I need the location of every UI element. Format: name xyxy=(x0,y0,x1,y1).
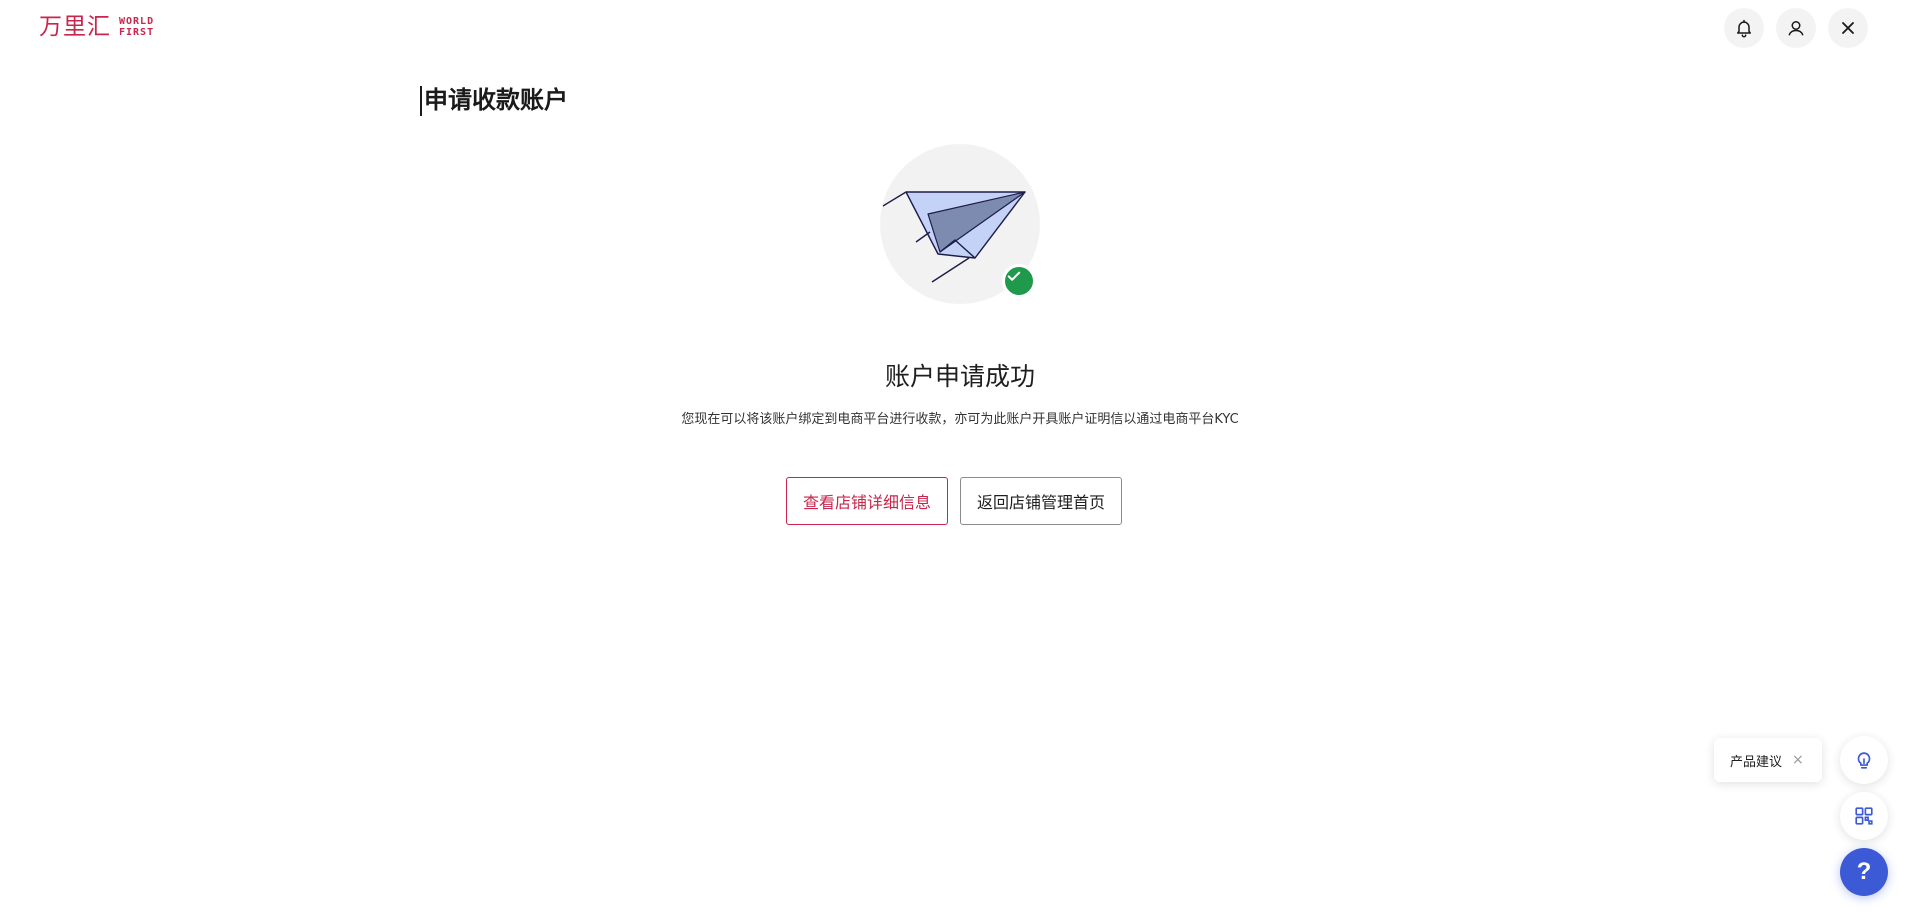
success-title: 账户申请成功 xyxy=(884,362,1035,391)
worldfirst-logo[interactable]: 万里汇 WORLD FIRST xyxy=(39,12,154,42)
bell-icon xyxy=(1737,19,1751,38)
success-check-badge xyxy=(1002,264,1036,298)
apps-grid-icon xyxy=(1855,807,1873,825)
top-actions xyxy=(1724,8,1868,48)
product-feedback-pill[interactable]: 产品建议 × xyxy=(1714,738,1822,782)
close-icon xyxy=(1842,22,1854,34)
success-description: 您现在可以将该账户绑定到电商平台进行收款，亦可为此账户开具账户证明信以通过电商平… xyxy=(681,412,1239,427)
top-bar: 万里汇 WORLD FIRST xyxy=(0,0,1920,56)
view-store-details-button[interactable]: 查看店铺详细信息 xyxy=(786,477,948,525)
check-icon xyxy=(1007,271,1021,281)
help-icon: ? xyxy=(1856,858,1872,885)
action-buttons: 查看店铺详细信息 返回店铺管理首页 xyxy=(786,477,1122,525)
user-icon xyxy=(1788,21,1804,36)
logo-en-text: WORLD FIRST xyxy=(119,16,154,38)
logo-en-line1: WORLD xyxy=(119,16,155,27)
notification-button[interactable] xyxy=(1724,8,1764,48)
page-title: 申请收款账户 xyxy=(420,86,568,116)
lightbulb-icon xyxy=(1857,752,1871,769)
profile-button[interactable] xyxy=(1776,8,1816,48)
feedback-close-icon[interactable]: × xyxy=(1792,752,1804,768)
logo-cn-text: 万里汇 xyxy=(39,14,111,40)
back-to-store-home-button[interactable]: 返回店铺管理首页 xyxy=(960,477,1122,525)
feedback-label: 产品建议 xyxy=(1730,754,1783,770)
success-illustration xyxy=(880,144,1040,304)
logo-en-line2: FIRST xyxy=(119,27,155,38)
help-float-button[interactable]: ? xyxy=(1840,848,1888,896)
feedback-float-button[interactable] xyxy=(1840,736,1888,784)
apps-float-button[interactable] xyxy=(1840,792,1888,840)
close-button[interactable] xyxy=(1828,8,1868,48)
